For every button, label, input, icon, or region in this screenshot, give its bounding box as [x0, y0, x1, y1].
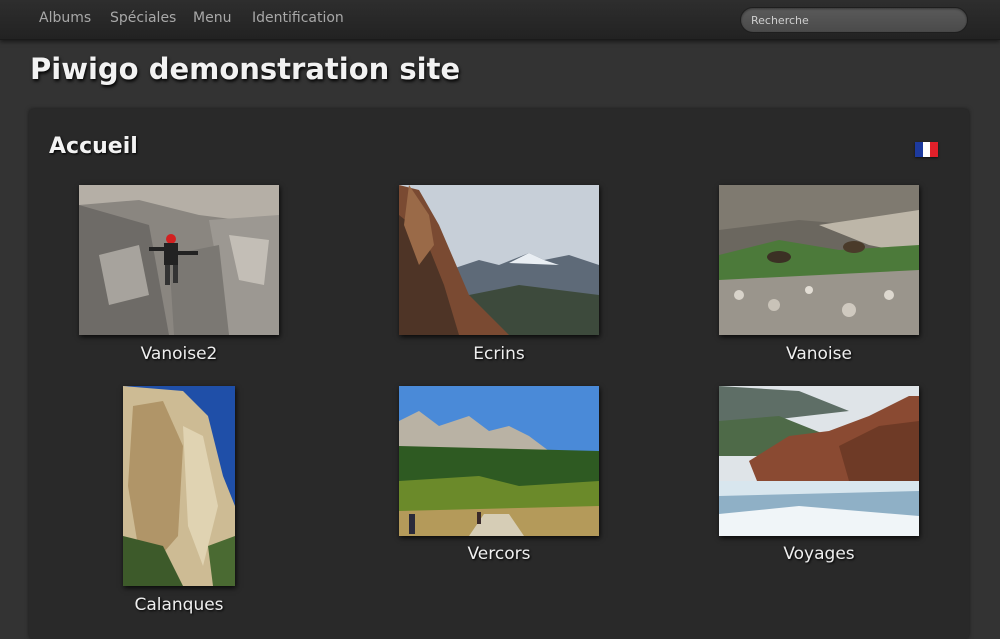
- mountain-photo[interactable]: [399, 185, 599, 335]
- nav-identification[interactable]: Identification: [252, 10, 344, 26]
- coast-photo[interactable]: [719, 386, 919, 536]
- top-navbar: Albums Spéciales Menu Identification: [0, 0, 1000, 40]
- nav-speciales[interactable]: Spéciales: [110, 10, 176, 26]
- content-panel: Accueil Vanoise2 Ecrins Vanoise Calanque…: [29, 109, 969, 639]
- album-title[interactable]: Voyages: [669, 544, 969, 564]
- album-title[interactable]: Vanoise2: [29, 344, 329, 364]
- cliff-photo[interactable]: [123, 386, 235, 586]
- forest-trail-photo[interactable]: [399, 386, 599, 536]
- search-input[interactable]: [740, 7, 968, 33]
- album-title[interactable]: Vercors: [349, 544, 649, 564]
- nav-menu[interactable]: Menu: [193, 10, 231, 26]
- site-title: Piwigo demonstration site: [30, 52, 461, 86]
- nav-albums[interactable]: Albums: [39, 10, 91, 26]
- album-title[interactable]: Vanoise: [669, 344, 969, 364]
- ibex-photo[interactable]: [719, 185, 919, 335]
- album-title[interactable]: Ecrins: [349, 344, 649, 364]
- climber-photo[interactable]: [79, 185, 279, 335]
- france-flag-icon[interactable]: [915, 142, 939, 157]
- album-title[interactable]: Calanques: [29, 595, 329, 615]
- breadcrumb-home[interactable]: Accueil: [49, 134, 138, 159]
